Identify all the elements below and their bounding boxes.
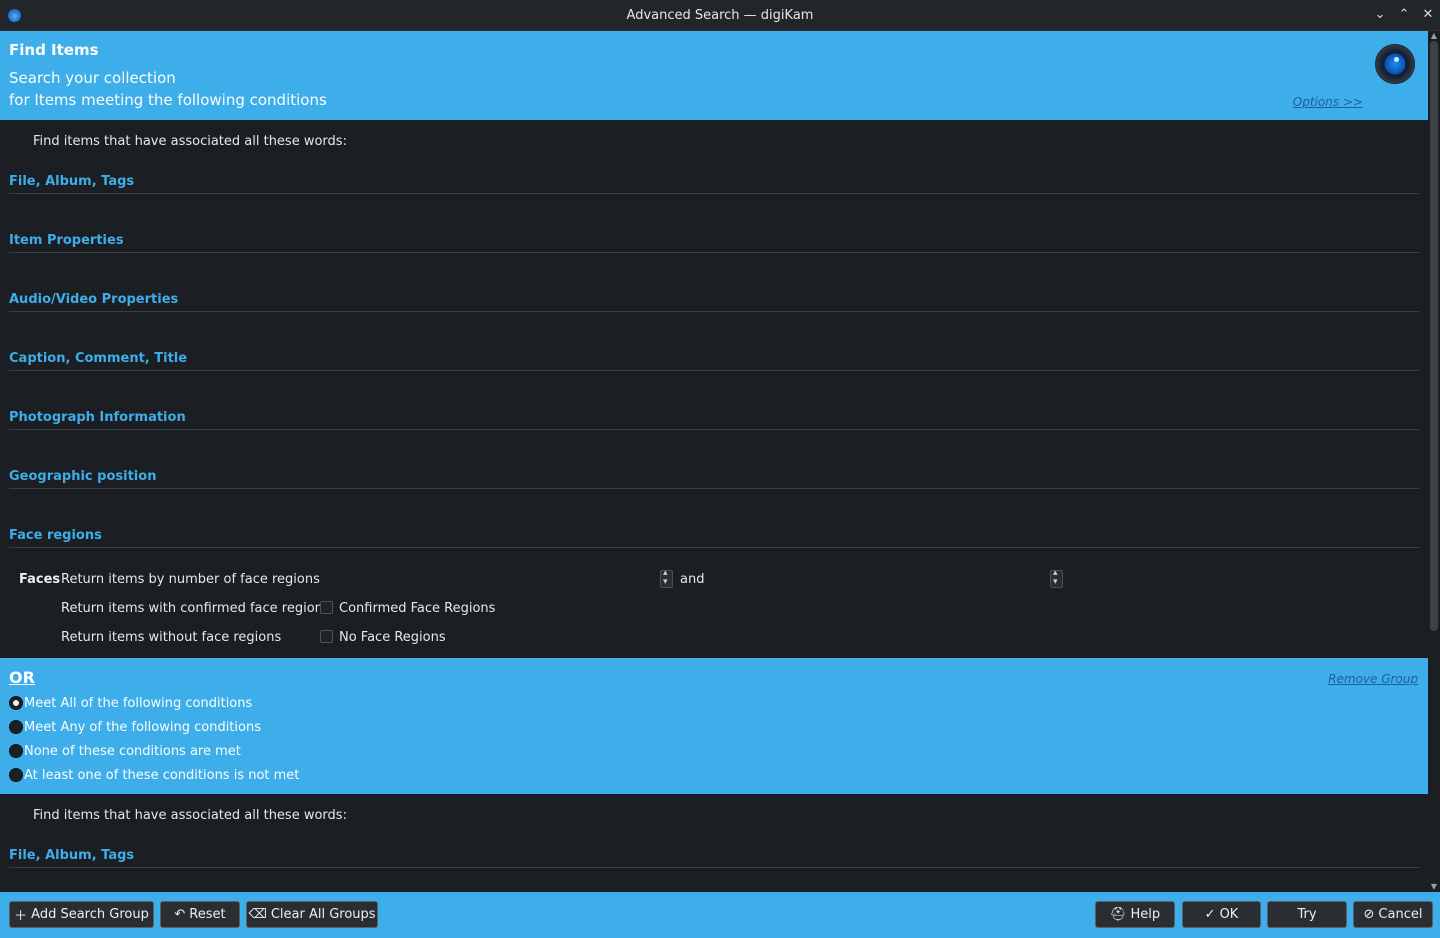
face-count-label: Return items by number of face regions xyxy=(61,572,320,587)
radio-label: At least one of these conditions is not … xyxy=(24,767,300,783)
or-group-title[interactable]: OR xyxy=(9,668,35,687)
options-link[interactable]: Options >> xyxy=(1293,95,1363,109)
section-face-regions[interactable]: Face regions xyxy=(9,528,102,543)
button-label: Help xyxy=(1130,907,1161,922)
button-label: Add Search Group xyxy=(31,907,149,922)
radio-button[interactable] xyxy=(9,744,23,758)
button-label: Reset xyxy=(189,907,226,922)
maximize-icon[interactable]: ⌃ xyxy=(1395,6,1413,24)
section-caption-comment-title[interactable]: Caption, Comment, Title xyxy=(9,351,187,366)
dialog-title: Find Items xyxy=(9,41,99,59)
section-file-album-tags[interactable]: File, Album, Tags xyxy=(9,174,134,189)
button-label: Try xyxy=(1297,907,1317,922)
help-button[interactable]: ⛑ Help xyxy=(1095,901,1175,928)
radio-meet-any[interactable]: Meet Any of the following conditions xyxy=(9,718,261,736)
title-bar: Advanced Search — digiKam ⌄ ⌃ ✕ xyxy=(0,0,1440,31)
or-group-header: OR Remove Group Meet All of the followin… xyxy=(0,658,1428,794)
button-label: Clear All Groups xyxy=(270,907,376,922)
ok-button[interactable]: ✓ OK xyxy=(1182,901,1261,928)
radio-at-least-one-not-met[interactable]: At least one of these conditions is not … xyxy=(9,766,299,784)
try-button[interactable]: Try xyxy=(1267,901,1347,928)
section-divider xyxy=(9,193,1419,194)
section-divider xyxy=(9,488,1419,489)
radio-meet-all[interactable]: Meet All of the following conditions xyxy=(9,694,252,712)
section-audio-video[interactable]: Audio/Video Properties xyxy=(9,292,178,307)
clear-all-groups-button[interactable]: ⌫ Clear All Groups xyxy=(246,901,378,928)
minimize-icon[interactable]: ⌄ xyxy=(1371,6,1389,24)
section-divider xyxy=(9,429,1419,430)
scroll-down-icon[interactable]: ▼ xyxy=(1428,882,1440,892)
help-icon: ⛑ xyxy=(1109,907,1127,922)
button-label: Cancel xyxy=(1378,907,1423,922)
faces-label: Faces xyxy=(19,572,61,587)
check-icon: ✓ xyxy=(1204,907,1216,922)
radio-button-checked[interactable] xyxy=(9,696,23,710)
radio-label: Meet All of the following conditions xyxy=(24,695,253,711)
face-count-max-spinbox[interactable] xyxy=(1050,568,1063,588)
undo-icon: ↶ xyxy=(174,907,186,922)
search-groups-panel: Find items that have associated all thes… xyxy=(0,120,1428,892)
plus-icon: ＋ xyxy=(14,909,28,924)
face-count-min-spinbox[interactable] xyxy=(660,568,673,588)
camera-lens-icon xyxy=(1375,44,1415,84)
no-face-regions-checkbox[interactable] xyxy=(320,630,333,643)
radio-button[interactable] xyxy=(9,768,23,782)
clear-icon: ⌫ xyxy=(248,907,267,922)
no-face-regions-label[interactable]: No Face Regions xyxy=(339,630,446,645)
confirmed-faces-label: Return items with confirmed face regions xyxy=(61,601,330,616)
section-divider xyxy=(9,370,1419,371)
cancel-icon: ⊘ xyxy=(1363,907,1375,922)
radio-label: None of these conditions are met xyxy=(24,743,241,759)
vertical-scrollbar[interactable]: ▲ ▼ xyxy=(1428,31,1440,892)
scroll-up-icon[interactable]: ▲ xyxy=(1428,31,1440,41)
reset-button[interactable]: ↶ Reset xyxy=(160,901,240,928)
section-photograph-info[interactable]: Photograph Information xyxy=(9,410,186,425)
confirmed-face-regions-checkbox[interactable] xyxy=(320,601,333,614)
close-icon[interactable]: ✕ xyxy=(1419,6,1437,24)
radio-button[interactable] xyxy=(9,720,23,734)
section-geographic-position[interactable]: Geographic position xyxy=(9,469,156,484)
keywords-label: Find items that have associated all thes… xyxy=(33,134,347,149)
radio-none-met[interactable]: None of these conditions are met xyxy=(9,742,241,760)
remove-group-link[interactable]: Remove Group xyxy=(1328,672,1418,686)
section-file-album-tags-2[interactable]: File, Album, Tags xyxy=(9,848,134,863)
cancel-button[interactable]: ⊘ Cancel xyxy=(1353,901,1433,928)
confirmed-face-regions-label[interactable]: Confirmed Face Regions xyxy=(339,601,495,616)
window-title: Advanced Search — digiKam xyxy=(626,8,814,23)
section-divider xyxy=(9,547,1419,548)
section-item-properties[interactable]: Item Properties xyxy=(9,233,124,248)
button-bar: ＋ Add Search Group ↶ Reset ⌫ Clear All G… xyxy=(0,892,1440,938)
radio-label: Meet Any of the following conditions xyxy=(24,719,261,735)
add-search-group-button[interactable]: ＋ Add Search Group xyxy=(9,901,154,928)
scrollbar-thumb[interactable] xyxy=(1430,41,1438,631)
no-faces-label: Return items without face regions xyxy=(61,630,282,645)
dialog-subtitle-2: for Items meeting the following conditio… xyxy=(9,91,327,109)
header-banner: Find Items Search your collection for It… xyxy=(0,31,1428,120)
button-label: OK xyxy=(1219,907,1239,922)
dialog-subtitle-1: Search your collection xyxy=(9,69,176,87)
and-label: and xyxy=(680,572,705,587)
section-divider xyxy=(9,311,1419,312)
section-divider xyxy=(9,252,1419,253)
keywords-label-2: Find items that have associated all thes… xyxy=(33,808,347,823)
section-divider xyxy=(9,867,1419,868)
